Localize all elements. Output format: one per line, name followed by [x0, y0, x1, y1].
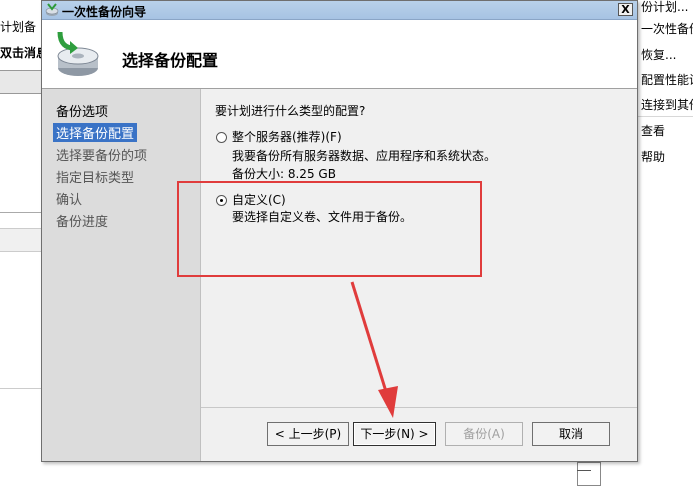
close-button[interactable]: X: [618, 3, 633, 16]
cancel-button[interactable]: 取消: [532, 422, 610, 446]
step-target-type: 指定目标类型: [56, 171, 135, 186]
backup-wizard-icon: [45, 3, 59, 16]
background-text-schedule: 计划备: [0, 20, 37, 34]
action-once-backup[interactable]: 一次性备份: [641, 20, 693, 37]
step-confirm: 确认: [56, 193, 83, 208]
background-scrollbar[interactable]: [577, 462, 601, 486]
button-separator: [201, 407, 637, 408]
action-recover[interactable]: 恢复...: [641, 46, 676, 63]
wizard-header: 选择备份配置: [42, 20, 637, 89]
dialog-titlebar[interactable]: 一次性备份向导 X: [42, 1, 637, 20]
background-divider-2: [0, 388, 42, 389]
background-divider: [0, 212, 42, 213]
action-view[interactable]: 查看: [641, 122, 665, 139]
background-scrollbar-grip: [577, 470, 591, 471]
backup-disk-icon: [57, 31, 99, 76]
backup-button: 备份(A): [445, 422, 523, 446]
background-list-header-2: [0, 228, 42, 252]
step-progress: 备份进度: [56, 215, 109, 230]
background-actions-pane: 份计划... 一次性备份 恢复... 配置性能设 连接到其他 查看 帮助: [637, 0, 693, 484]
step-backup-options[interactable]: 备份选项: [56, 101, 108, 120]
back-button[interactable]: < 上一步(P): [267, 422, 349, 446]
config-question: 要计划进行什么类型的配置?: [215, 104, 366, 118]
action-connect[interactable]: 连接到其他: [641, 96, 693, 113]
action-configure-perf[interactable]: 配置性能设: [641, 71, 693, 88]
page-title: 选择备份配置: [122, 51, 219, 70]
annotation-highlight-box: [177, 181, 482, 277]
full-server-radio[interactable]: [216, 132, 227, 143]
action-help[interactable]: 帮助: [641, 148, 665, 165]
step-select-items: 选择要备份的项: [56, 149, 148, 164]
full-server-description: 我要备份所有服务器数据、应用程序和系统状态。: [232, 149, 497, 163]
dialog-title: 一次性备份向导: [62, 5, 147, 19]
step-select-config[interactable]: 选择备份配置: [53, 123, 138, 142]
backup-size: 备份大小: 8.25 GB: [232, 167, 336, 181]
actions-divider: [637, 116, 693, 117]
next-button[interactable]: 下一步(N) >: [353, 422, 436, 446]
full-server-label[interactable]: 整个服务器(推荐)(F): [232, 128, 342, 145]
background-app-left: 计划备 双击消息: [0, 0, 48, 484]
background-list-header: [0, 70, 42, 94]
action-schedule[interactable]: 份计划...: [641, 0, 688, 15]
